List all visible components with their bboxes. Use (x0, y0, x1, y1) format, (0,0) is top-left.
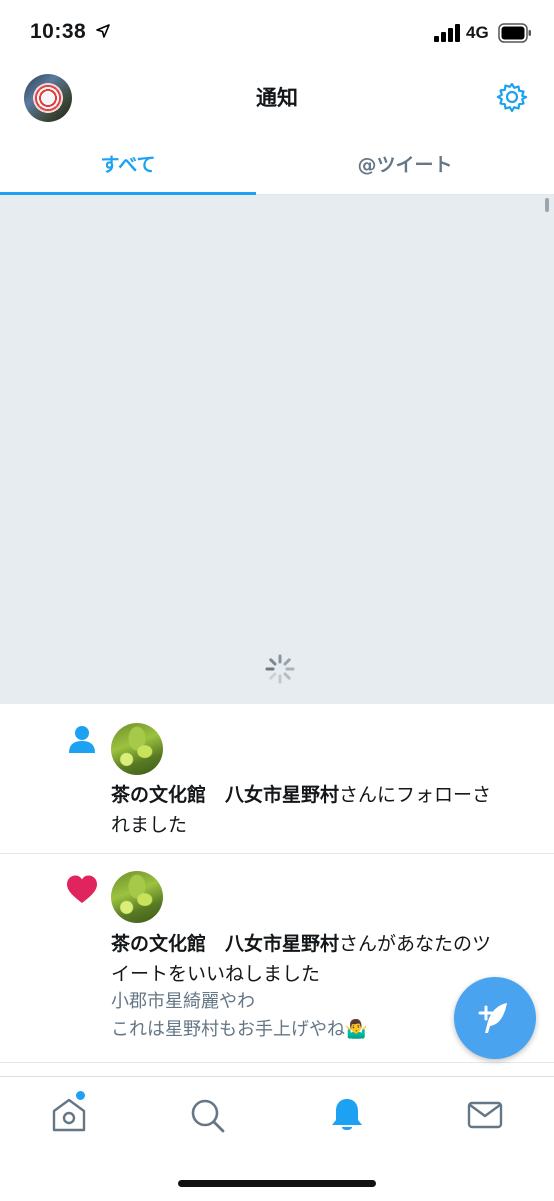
messages-mail-icon[interactable] (465, 1095, 505, 1135)
person-icon (69, 726, 95, 753)
user-avatar[interactable] (111, 723, 163, 775)
location-arrow-icon (96, 24, 110, 38)
status-time: 10:38 (30, 20, 87, 43)
compose-tweet-button[interactable] (454, 977, 536, 1059)
battery-icon (498, 23, 531, 43)
page-title: 通知 (256, 86, 298, 110)
notification-tabs: すべて @ツイート (0, 132, 554, 195)
notifications-bell-icon[interactable] (327, 1095, 367, 1135)
loading-placeholder (0, 195, 554, 704)
home-badge-dot (76, 1091, 85, 1100)
scroll-indicator[interactable] (545, 198, 549, 212)
gear-icon[interactable] (496, 81, 528, 113)
home-indicator[interactable] (178, 1180, 376, 1187)
user-name[interactable]: 茶の文化館 八女市星野村 (111, 784, 339, 806)
tab-mentions[interactable]: @ツイート (256, 132, 554, 194)
notification-text: 茶の文化館 八女市星野村さんがあなたのツ イートをいいねしました (111, 933, 492, 985)
user-name[interactable]: 茶の文化館 八女市星野村 (111, 933, 339, 955)
cellular-signal-icon (434, 24, 460, 42)
compose-feather-icon (478, 1003, 507, 1033)
heart-icon (67, 875, 97, 903)
tab-all[interactable]: すべて (0, 132, 256, 195)
home-icon[interactable] (49, 1095, 89, 1135)
status-bar: 10:38 4G (0, 0, 554, 68)
notification-follow[interactable]: 茶の文化館 八女市星野村さんにフォローさ れました (0, 705, 554, 854)
network-type: 4G (466, 23, 489, 42)
search-icon[interactable] (187, 1095, 227, 1135)
user-avatar[interactable] (111, 871, 163, 923)
notification-text: 茶の文化館 八女市星野村さんにフォローさ れました (111, 784, 492, 836)
nav-header: 通知 (0, 68, 554, 132)
loading-spinner-icon (265, 654, 295, 684)
